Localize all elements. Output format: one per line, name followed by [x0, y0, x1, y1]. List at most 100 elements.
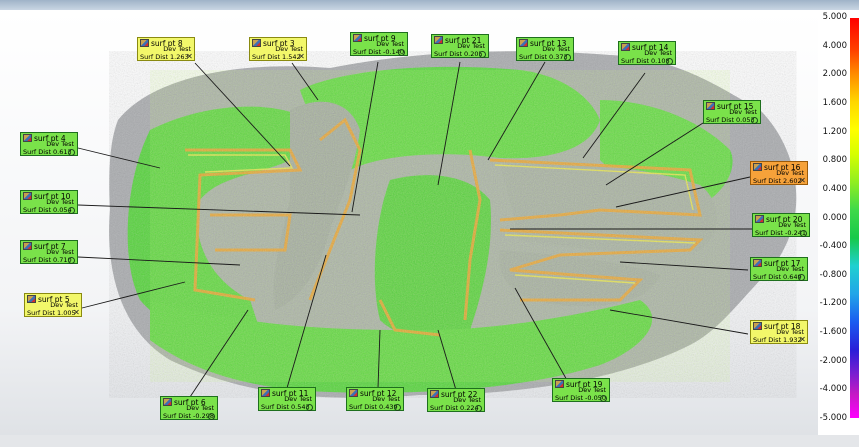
surface-point-icon: [353, 34, 362, 42]
scale-tick-label: -2.000: [819, 355, 847, 366]
scale-tick-label: 5.000: [822, 12, 847, 22]
surface-point-icon: [706, 102, 715, 110]
scale-tick-label: -1.200: [819, 298, 847, 309]
callout-surf-pt-11[interactable]: surf pt 11 Dev Test Surf Dist 0.543: [258, 387, 316, 411]
fail-x-icon: ✕: [186, 52, 193, 61]
callout-surf-pt-7[interactable]: surf pt 7 Dev Test Surf Dist 0.710: [20, 240, 78, 264]
color-scale-bar: [850, 18, 859, 418]
surface-point-icon: [755, 215, 764, 223]
scale-tick-label: -0.800: [819, 269, 847, 280]
callout-surf-pt-13[interactable]: surf pt 13 Dev Test Surf Dist 0.373: [516, 37, 574, 61]
surface-point-icon: [252, 39, 261, 47]
callout-value-label: Surf Dist: [252, 52, 281, 61]
pass-circle-icon: [208, 413, 215, 420]
callout-value-label: Surf Dist: [163, 411, 192, 420]
pass-circle-icon: [800, 230, 807, 237]
callout-surf-pt-4[interactable]: surf pt 4 Dev Test Surf Dist 0.613: [20, 132, 78, 156]
scale-tick-label: 1.200: [822, 126, 847, 137]
deviation-color-scale: 5.000 4.000 2.000 1.600 1.200 0.800 0.400 0.000…: [818, 10, 859, 447]
scale-tick-label: 2.000: [822, 69, 847, 80]
callout-surf-pt-5[interactable]: surf pt 5 Dev Test Surf Dist 1.005 ✕: [24, 293, 82, 317]
callout-surf-pt-14[interactable]: surf pt 14 Dev Test Surf Dist 0.108: [618, 41, 676, 65]
callout-surf-pt-21[interactable]: surf pt 21 Dev Test Surf Dist 0.205: [431, 34, 489, 58]
callout-value-label: Surf Dist: [753, 176, 782, 185]
callout-value-label: Surf Dist: [353, 47, 382, 56]
callout-surf-pt-19[interactable]: surf pt 19 Dev Test Surf Dist -0.050: [552, 378, 610, 402]
surface-point-icon: [23, 134, 32, 142]
fail-x-icon: ✕: [799, 176, 806, 185]
surface-point-icon: [753, 322, 762, 330]
pass-circle-icon: [68, 207, 75, 214]
callout-measurement: Surf Dist 2.602: [753, 176, 805, 186]
surface-point-icon: [519, 39, 528, 47]
fail-x-icon: ✕: [73, 308, 80, 317]
pass-circle-icon: [68, 149, 75, 156]
surface-point-icon: [261, 389, 270, 397]
callout-surf-pt-20[interactable]: surf pt 20 Dev Test Surf Dist -0.241: [752, 213, 810, 237]
scale-tick-label: 1.600: [822, 97, 847, 108]
callout-surf-pt-15[interactable]: surf pt 15 Dev Test Surf Dist 0.053: [703, 100, 761, 124]
scale-tick-label: -1.600: [819, 327, 847, 338]
pass-circle-icon: [600, 395, 607, 402]
scale-tick-label: 0.000: [822, 212, 847, 223]
surface-point-icon: [27, 295, 36, 303]
scale-tick-label: -5.000: [819, 413, 847, 423]
callout-surf-pt-18[interactable]: surf pt 18 Dev Test Surf Dist 1.932 ✕: [750, 320, 808, 344]
scale-tick-label: 4.000: [822, 40, 847, 51]
callout-value-label: Surf Dist: [23, 205, 52, 214]
callout-value-label: Surf Dist: [621, 56, 650, 65]
surface-point-icon: [753, 163, 762, 171]
callout-value-label: Surf Dist: [753, 335, 782, 344]
pass-circle-icon: [475, 405, 482, 412]
window-title-bar: [0, 0, 859, 10]
scale-tick-label: 0.400: [822, 183, 847, 194]
callout-surf-pt-8[interactable]: surf pt 8 Dev Test Surf Dist 1.263 ✕: [137, 37, 195, 61]
callout-surf-pt-6[interactable]: surf pt 6 Dev Test Surf Dist -0.298: [160, 396, 218, 420]
surface-point-icon: [753, 259, 762, 267]
surface-point-icon: [434, 36, 443, 44]
fail-x-icon: ✕: [298, 52, 305, 61]
pass-circle-icon: [564, 54, 571, 61]
3d-viewport[interactable]: [0, 10, 818, 435]
surface-point-icon: [23, 192, 32, 200]
callout-value-label: Surf Dist: [430, 403, 459, 412]
callout-measurement: Surf Dist 1.542: [252, 52, 304, 62]
scan-deviation-map[interactable]: [0, 10, 818, 435]
callout-value-label: Surf Dist: [27, 308, 56, 317]
callout-surf-pt-22[interactable]: surf pt 22 Dev Test Surf Dist 0.224: [427, 388, 485, 412]
callout-measurement: Surf Dist 1.932: [753, 335, 805, 345]
callout-surf-pt-10[interactable]: surf pt 10 Dev Test Surf Dist 0.054: [20, 190, 78, 214]
surface-point-icon: [163, 398, 172, 406]
callout-value-label: Surf Dist: [755, 228, 784, 237]
callout-value-label: Surf Dist: [434, 49, 463, 58]
callout-surf-pt-12[interactable]: surf pt 12 Dev Test Surf Dist 0.439: [346, 387, 404, 411]
callout-value-label: Surf Dist: [519, 52, 548, 61]
surface-point-icon: [555, 380, 564, 388]
surface-point-icon: [621, 43, 630, 51]
callout-value-label: Surf Dist: [23, 147, 52, 156]
callout-value-label: Surf Dist: [349, 402, 378, 411]
callout-measurement: Surf Dist 1.263: [140, 52, 192, 62]
pass-circle-icon: [798, 274, 805, 281]
callout-value-label: Surf Dist: [261, 402, 290, 411]
surface-point-icon: [430, 390, 439, 398]
callout-surf-pt-9[interactable]: surf pt 9 Dev Test Surf Dist -0.140: [350, 32, 408, 56]
callout-value-label: Surf Dist: [140, 52, 169, 61]
pass-circle-icon: [68, 257, 75, 264]
fail-x-icon: ✕: [799, 335, 806, 344]
callout-surf-pt-3[interactable]: surf pt 3 Dev Test Surf Dist 1.542 ✕: [249, 37, 307, 61]
pass-circle-icon: [479, 51, 486, 58]
callout-value-label: Surf Dist: [555, 393, 584, 402]
scale-tick-label: -0.400: [819, 241, 847, 252]
surface-point-icon: [23, 242, 32, 250]
callout-surf-pt-17[interactable]: surf pt 17 Dev Test Surf Dist 0.649: [750, 257, 808, 281]
callout-measurement: Surf Dist 1.005: [27, 308, 79, 318]
surface-point-icon: [349, 389, 358, 397]
callout-surf-pt-16[interactable]: surf pt 16 Dev Test Surf Dist 2.602 ✕: [750, 161, 808, 185]
pass-circle-icon: [306, 404, 313, 411]
scale-tick-label: 0.800: [822, 155, 847, 166]
callout-value-label: Surf Dist: [706, 115, 735, 124]
pass-circle-icon: [398, 49, 405, 56]
pass-circle-icon: [666, 58, 673, 65]
callout-value-label: Surf Dist: [753, 272, 782, 281]
